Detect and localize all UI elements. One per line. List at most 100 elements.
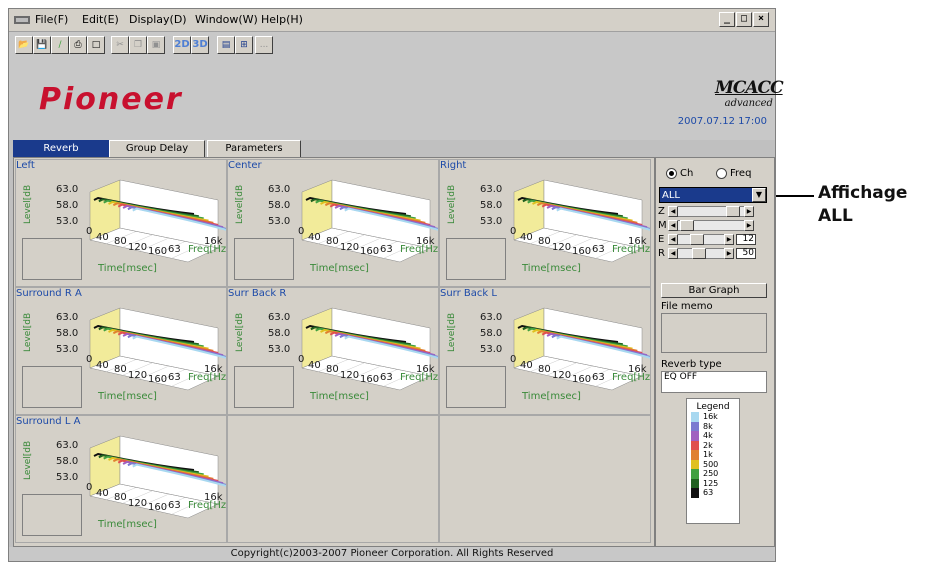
radio-freq-label: Freq [730, 168, 752, 179]
slider-r-left-arrow-icon[interactable]: ◀ [668, 248, 678, 259]
y-tick-label: 63.0 [480, 312, 502, 323]
x-tick-label: 80 [114, 236, 127, 247]
legend-item: 2k [687, 440, 739, 450]
bar-graph-button[interactable]: Bar Graph [661, 283, 767, 298]
y-tick-label: 58.0 [56, 456, 78, 467]
x-tick-label: 160 [572, 246, 591, 257]
cascade-button[interactable]: ▤ [217, 36, 235, 54]
chart-cell[interactable]: Center Level[dB 63.0 58.0 53.0 0 40 80 120 160 63 1… [227, 159, 439, 287]
y-tick-label: 63.0 [268, 312, 290, 323]
y-tick-label: 53.0 [268, 216, 290, 227]
chart-cell[interactable]: Surr Back R Level[dB 63.0 58.0 53.0 0 40 80 120 1… [227, 287, 439, 415]
3d-button[interactable]: 3D [191, 36, 209, 54]
chart-cell[interactable]: Right Level[dB 63.0 58.0 53.0 0 40 80 120 160 63 16… [439, 159, 651, 287]
tab-parameters[interactable]: Parameters [207, 140, 301, 158]
minimize-button[interactable]: _ [719, 12, 735, 27]
chart-cell[interactable]: Surr Back L Level[dB 63.0 58.0 53.0 0 40 80 120 1… [439, 287, 651, 415]
tab-group-delay[interactable]: Group Delay [109, 140, 205, 158]
slider-r-right-arrow-icon[interactable]: ▶ [724, 248, 734, 259]
slider-e[interactable]: E ◀ ▶ 12 [658, 234, 768, 246]
paste-button[interactable]: ▣ [147, 36, 165, 54]
y-axis-label: Level[dB [235, 185, 245, 224]
x-tick-label: 80 [114, 492, 127, 503]
slider-z-thumb[interactable] [726, 206, 740, 217]
menu-file[interactable]: File(F) [35, 13, 68, 26]
app-icon[interactable] [13, 13, 31, 26]
slider-m-left-arrow-icon[interactable]: ◀ [668, 220, 678, 231]
x-tick-label: 160 [572, 374, 591, 385]
y-tick-label: 58.0 [480, 200, 502, 211]
chart-cell[interactable]: Surround L A Level[dB 63.0 58.0 53.0 0 40 80 120… [15, 415, 227, 543]
slider-e-right-arrow-icon[interactable]: ▶ [724, 234, 734, 245]
radio-freq[interactable]: Freq [716, 168, 751, 179]
print-preview-button[interactable]: □ [87, 36, 105, 54]
legend-swatch [691, 421, 699, 431]
slider-e-left-arrow-icon[interactable]: ◀ [668, 234, 678, 245]
y-axis-label: Level[dB [23, 185, 33, 224]
x-axis-label: Time[msec] [97, 519, 157, 530]
slider-m-thumb[interactable] [680, 220, 694, 231]
reverb-3d-chart: Level[dB 63.058.053.0040 80120 160 6316kFreq… [235, 307, 438, 402]
file-memo-box[interactable] [661, 313, 767, 353]
close-button[interactable]: × [753, 12, 769, 27]
legend-label: 1k [703, 450, 713, 460]
slider-m-right-arrow-icon[interactable]: ▶ [744, 220, 754, 231]
slider-r-thumb[interactable] [692, 248, 706, 259]
chart-cell[interactable] [227, 415, 439, 543]
x-tick-label: 120 [552, 370, 571, 381]
legend-label: 500 [703, 459, 719, 469]
save-button[interactable]: 💾 [33, 36, 51, 54]
menu-edit[interactable]: Edit(E) [82, 13, 119, 26]
y-tick-label: 58.0 [56, 200, 78, 211]
chart-cell[interactable]: Surround R A Level[dB 63.0 58.0 53.0 0 40 80 120… [15, 287, 227, 415]
slider-z-right-arrow-icon[interactable]: ▶ [744, 206, 754, 217]
z-tick-label: 63 [168, 500, 181, 511]
y-tick-label: 58.0 [268, 200, 290, 211]
x-tick-label: 0 [510, 354, 516, 365]
display-select[interactable]: ALL ▼ [659, 187, 767, 203]
restore-button[interactable]: □ [736, 12, 752, 27]
open-button[interactable]: 📂 [15, 36, 33, 54]
tile-button[interactable]: ⊞ [235, 36, 253, 54]
x-tick-label: 0 [86, 354, 92, 365]
chart-grid: Left Level[dB 63.0 58.0 53.0 0 40 80 120 160 63 16k… [13, 157, 655, 547]
x-tick-label: 120 [128, 498, 147, 509]
pen-button[interactable]: ∕ [51, 36, 69, 54]
more-button[interactable]: ... [255, 36, 273, 54]
menu-display[interactable]: Display(D) [129, 13, 187, 26]
print-button[interactable]: ⎙ [69, 36, 87, 54]
menu-help[interactable]: Help(H) [261, 13, 303, 26]
slider-z-track[interactable] [668, 206, 754, 217]
z-tick-label: 63 [168, 372, 181, 383]
legend-label: 8k [703, 421, 713, 431]
reverb-3d-chart: Level[dB 63.058.053.0040 80120 160 6316kFreq… [23, 179, 226, 274]
radio-ch[interactable]: Ch [666, 168, 693, 179]
slider-z-left-arrow-icon[interactable]: ◀ [668, 206, 678, 217]
slider-e-value[interactable]: 12 [736, 234, 756, 245]
slider-z[interactable]: Z ◀ ▶ [658, 206, 758, 218]
y-axis-label: Level[dB [23, 313, 33, 352]
chart-cell[interactable]: Left Level[dB 63.0 58.0 53.0 0 40 80 120 160 63 16k… [15, 159, 227, 287]
cut-button[interactable]: ✂ [111, 36, 129, 54]
pen-icon: ∕ [58, 40, 62, 50]
slider-r[interactable]: R ◀ ▶ 50 [658, 248, 768, 260]
tab-reverb[interactable]: Reverb [13, 140, 109, 158]
slider-e-thumb[interactable] [690, 234, 704, 245]
chart-cell[interactable] [439, 415, 651, 543]
x-axis-label: Time[msec] [521, 391, 581, 402]
2d-button[interactable]: 2D [173, 36, 191, 54]
legend-swatch [691, 431, 699, 441]
chevron-down-icon[interactable]: ▼ [752, 188, 766, 202]
legend-label: 2k [703, 440, 713, 450]
y-tick-label: 63.0 [268, 184, 290, 195]
z-axis-label: Freq[Hz [400, 244, 438, 255]
y-tick-label: 63.0 [56, 184, 78, 195]
z-tick-label: 63 [592, 372, 605, 383]
legend-item: 1k [687, 450, 739, 460]
menu-window[interactable]: Window(W) [195, 13, 258, 26]
mcacc-logo-sub: advanced [724, 98, 773, 109]
x-axis-label: Time[msec] [97, 391, 157, 402]
slider-r-value[interactable]: 50 [736, 248, 756, 259]
slider-m[interactable]: M ◀ ▶ [658, 220, 758, 232]
copy-button[interactable]: ❐ [129, 36, 147, 54]
